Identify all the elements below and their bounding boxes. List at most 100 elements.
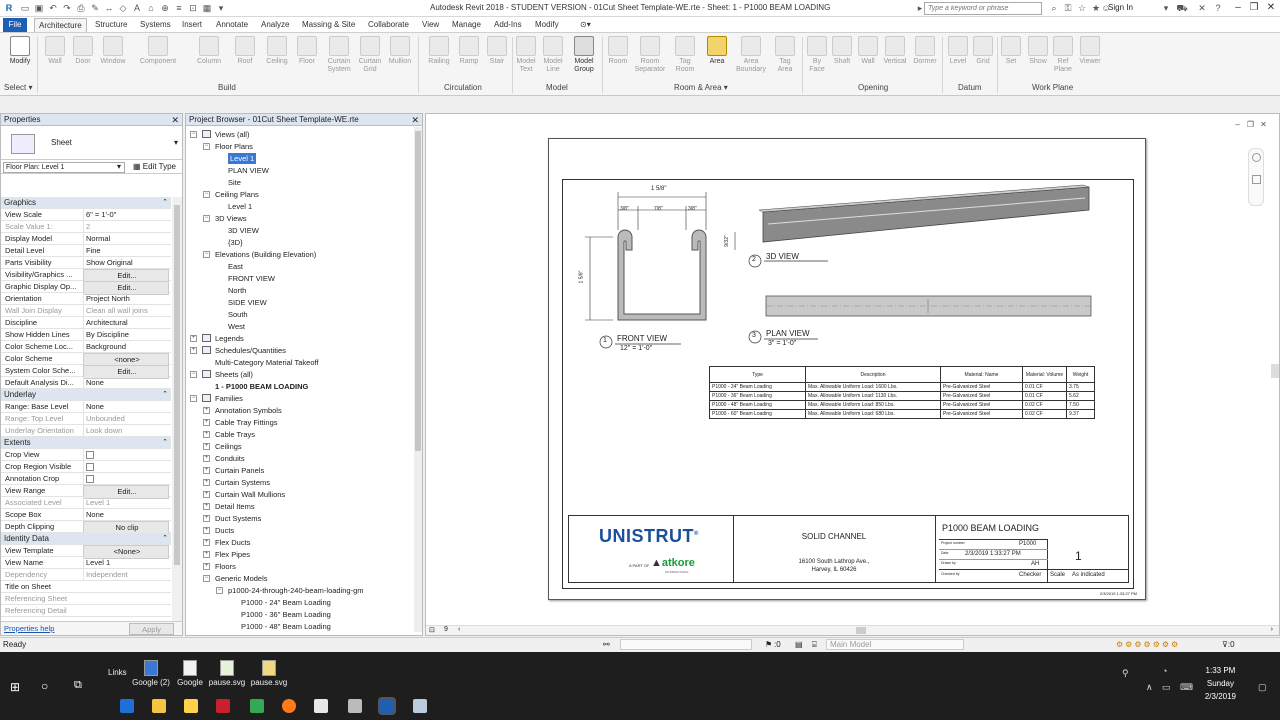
save-icon[interactable]: ▣: [33, 2, 45, 14]
stair-tool[interactable]: Stair: [484, 36, 510, 66]
tree-toggle[interactable]: +: [203, 491, 210, 498]
communication-icon[interactable]: ☆: [1076, 2, 1088, 14]
sheet[interactable]: 1 5/8" 3/8" 7/8" 3/8" 1 5/8" 9/32" 1 FRO…: [548, 138, 1146, 600]
help-icon[interactable]: ?: [1212, 2, 1224, 14]
zoom-icon[interactable]: [1252, 175, 1261, 184]
tree-toggle[interactable]: +: [203, 419, 210, 426]
property-row[interactable]: Range: Top Level Unbounded: [1, 413, 171, 425]
dimension-icon[interactable]: ↔: [103, 2, 115, 14]
tree-toggle[interactable]: +: [190, 335, 197, 342]
clock[interactable]: 1:33 PM Sunday 2/3/2019: [1205, 664, 1236, 703]
tree-toggle[interactable]: −: [203, 143, 210, 150]
tree-toggle[interactable]: −: [203, 191, 210, 198]
tag-area-tool[interactable]: Tag Area: [772, 36, 798, 74]
property-value[interactable]: 6" = 1'-0": [83, 209, 169, 221]
minimize-button[interactable]: –: [1230, 1, 1246, 15]
model-group-tool[interactable]: Model Group: [570, 36, 598, 74]
close-view-icon[interactable]: ✕: [1259, 120, 1268, 129]
room-tool[interactable]: Room: [606, 36, 630, 66]
level-tool[interactable]: Level: [946, 36, 970, 66]
tree-toggle[interactable]: −: [190, 395, 197, 402]
design-option-icon[interactable]: ▤: [795, 640, 803, 649]
collapse-icon[interactable]: ⌃: [162, 533, 168, 545]
by-face-tool[interactable]: By Face: [806, 36, 828, 74]
steering-wheel-icon[interactable]: [1252, 153, 1261, 162]
tab-collaborate[interactable]: Collaborate: [364, 18, 413, 32]
door-tool[interactable]: Door: [70, 36, 96, 66]
property-group-extents[interactable]: Extents ⌃: [1, 437, 171, 449]
tab-analyze[interactable]: Analyze: [257, 18, 293, 32]
tree-node[interactable]: Duct Systems: [215, 513, 261, 524]
property-row[interactable]: Associated Level Level 1: [1, 497, 171, 509]
property-row[interactable]: Parts Visibility Show Original: [1, 257, 171, 269]
instance-dropdown[interactable]: Floor Plan: Level 1: [3, 162, 125, 173]
tree-node[interactable]: PLAN VIEW: [228, 165, 269, 176]
tree-node[interactable]: Sheets (all): [215, 369, 253, 380]
property-row[interactable]: Crop Region Visible: [1, 461, 171, 475]
minimize-view-icon[interactable]: –: [1233, 120, 1242, 129]
tree-node[interactable]: Curtain Wall Mullions: [215, 489, 285, 500]
revit-2-taskbar-icon[interactable]: [413, 699, 427, 713]
property-row[interactable]: Underlay Orientation Look down: [1, 425, 171, 437]
show-tool[interactable]: Show: [1026, 36, 1050, 66]
tree-node[interactable]: Level 1: [228, 201, 252, 212]
tree-node[interactable]: East: [228, 261, 243, 272]
grid-tool[interactable]: Grid: [972, 36, 994, 66]
section-icon[interactable]: ⊕: [159, 2, 171, 14]
property-value[interactable]: Fine: [83, 245, 169, 257]
revit-logo-icon[interactable]: R: [3, 2, 15, 14]
tab-massing-site[interactable]: Massing & Site: [298, 18, 359, 32]
tree-node[interactable]: {3D}: [228, 237, 243, 248]
opening-wall-tool[interactable]: Wall: [856, 36, 880, 66]
cortana-icon[interactable]: ○: [41, 679, 48, 693]
scroll-thumb[interactable]: [174, 205, 180, 565]
undo-icon[interactable]: ↶: [47, 2, 59, 14]
tree-node[interactable]: Site: [228, 177, 241, 188]
app-t-icon[interactable]: [216, 699, 230, 713]
tree-node[interactable]: P1000 - 36" Beam Loading: [241, 609, 331, 620]
wall-tool[interactable]: Wall: [42, 36, 68, 66]
type-selector[interactable]: Sheet ▾: [1, 126, 182, 160]
cart-icon[interactable]: ⛟: [1176, 2, 1188, 14]
tree-node[interactable]: Cable Trays: [215, 429, 255, 440]
property-value[interactable]: Independent: [83, 569, 169, 581]
tab-insert[interactable]: Insert: [178, 18, 206, 32]
open-icon[interactable]: ▭: [19, 2, 31, 14]
property-row[interactable]: Graphic Display Op... Edit...: [1, 281, 171, 295]
store-icon[interactable]: [184, 699, 198, 713]
scroll-right-icon[interactable]: ›: [1271, 626, 1273, 633]
tree-node[interactable]: Generic Models: [215, 573, 268, 584]
ref-plane-tool[interactable]: Ref Plane: [1052, 36, 1074, 74]
workset-dropdown[interactable]: [620, 639, 752, 650]
tree-node[interactable]: Legends: [215, 333, 244, 344]
search-input[interactable]: [924, 2, 1042, 15]
print-icon[interactable]: ⎙: [75, 2, 87, 14]
property-row[interactable]: View Template <None>: [1, 545, 171, 559]
tab-manage[interactable]: Manage: [448, 18, 485, 32]
property-value[interactable]: Level 1: [83, 557, 169, 569]
room-area-panel-label[interactable]: Room & Area ▾: [674, 83, 728, 92]
select-panel-label[interactable]: Select ▾: [4, 83, 32, 92]
horizontal-scroll-thumb[interactable]: [856, 627, 866, 634]
taskbar-item-pause-svg[interactable]: pause.svg: [208, 660, 246, 687]
properties-scrollbar[interactable]: [172, 197, 182, 621]
tree-node[interactable]: Views (all): [215, 129, 249, 140]
tab-architecture[interactable]: Architecture: [34, 18, 87, 32]
people-icon[interactable]: ⚲: [1122, 668, 1129, 679]
property-row[interactable]: Title on Sheet: [1, 581, 171, 593]
property-row[interactable]: Scope Box None: [1, 509, 171, 521]
property-row[interactable]: Crop View: [1, 449, 171, 463]
curtain-system-tool[interactable]: Curtain System: [324, 36, 354, 74]
tree-node[interactable]: P1000 - 48" Beam Loading: [241, 621, 331, 632]
property-row[interactable]: Scale Value 1: 2: [1, 221, 171, 233]
property-row[interactable]: Range: Base Level None: [1, 401, 171, 413]
room-separator-tool[interactable]: Room Separator: [632, 36, 668, 74]
shaft-tool[interactable]: Shaft: [830, 36, 854, 66]
binoculars-icon[interactable]: ⌕: [1048, 2, 1060, 14]
tab-structure[interactable]: Structure: [91, 18, 131, 32]
tree-node[interactable]: 3D Views: [215, 213, 247, 224]
tree-toggle[interactable]: +: [203, 539, 210, 546]
tree-node[interactable]: Schedules/Quantities: [215, 345, 286, 356]
tree-node[interactable]: West: [228, 321, 245, 332]
revit-taskbar-icon[interactable]: [378, 697, 396, 715]
